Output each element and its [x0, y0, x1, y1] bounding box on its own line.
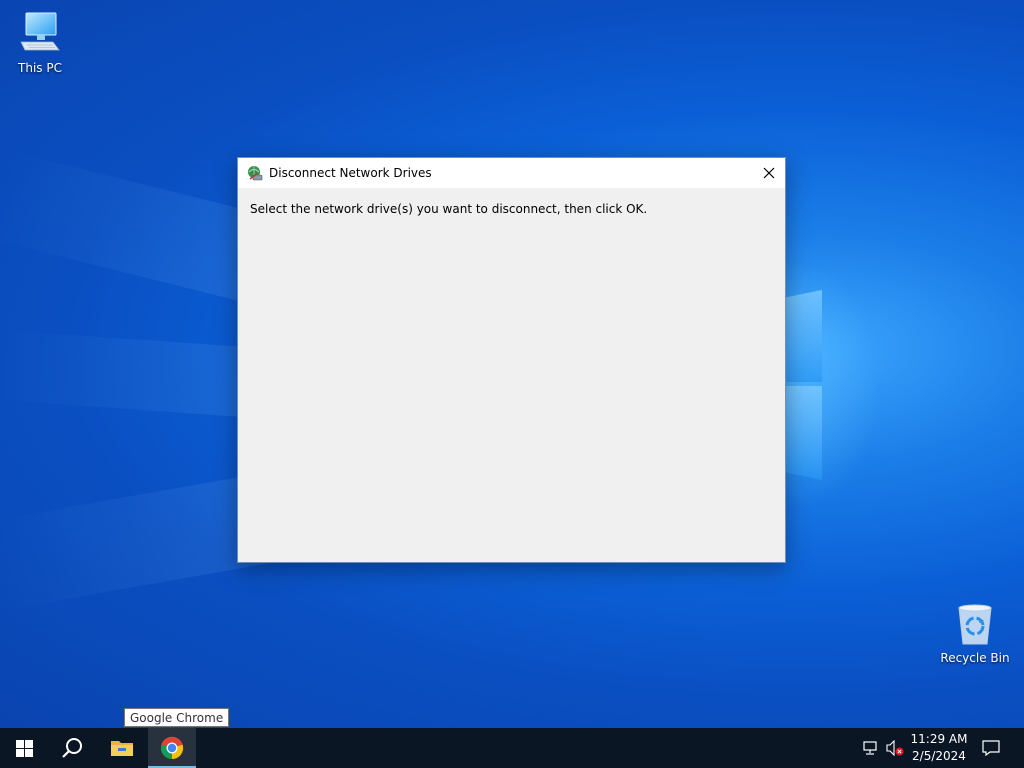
desktop-icon-label: Recycle Bin: [940, 651, 1010, 665]
volume-tray-button[interactable]: [884, 728, 906, 768]
notification-button[interactable]: [978, 728, 1004, 768]
folder-icon: [111, 741, 133, 756]
dialog-instruction: Select the network drive(s) you want to …: [250, 202, 648, 216]
close-button[interactable]: [753, 158, 785, 188]
network-disconnected-icon: [863, 741, 877, 755]
search-button[interactable]: [48, 728, 96, 768]
network-tray-button[interactable]: [860, 728, 882, 768]
windows-logo-pane-bottom: [786, 386, 822, 480]
google-chrome-button[interactable]: [148, 728, 196, 768]
recycle-bin-icon: [958, 604, 992, 645]
disconnect-network-drives-dialog: Disconnect Network Drives Select the net…: [237, 157, 786, 563]
computer-icon: [20, 12, 60, 51]
dialog-title: Disconnect Network Drives: [269, 166, 432, 180]
volume-muted-icon: [886, 740, 904, 756]
clock-time: 11:29 AM: [910, 732, 968, 746]
start-button[interactable]: [0, 728, 48, 768]
windows-start-icon: [15, 739, 33, 757]
desktop-icon-label: This PC: [18, 61, 62, 75]
desktop-icon-this-pc[interactable]: This PC: [0, 10, 80, 75]
close-icon: [763, 167, 775, 179]
notification-icon: [982, 740, 1000, 756]
clock-date: 2/5/2024: [912, 749, 966, 763]
taskbar: 11:29 AM 2/5/2024: [0, 728, 1024, 768]
file-explorer-button[interactable]: [98, 728, 146, 768]
taskbar-tooltip: Google Chrome: [124, 708, 230, 727]
dialog-titlebar[interactable]: Disconnect Network Drives: [238, 158, 785, 188]
chrome-icon: [160, 736, 184, 760]
search-icon: [62, 738, 82, 758]
network-drive-disconnect-icon: [248, 166, 263, 181]
clock[interactable]: 11:29 AM 2/5/2024: [906, 728, 972, 768]
desktop-icon-recycle-bin[interactable]: Recycle Bin: [935, 602, 1015, 665]
windows-logo-pane-top: [786, 290, 822, 382]
